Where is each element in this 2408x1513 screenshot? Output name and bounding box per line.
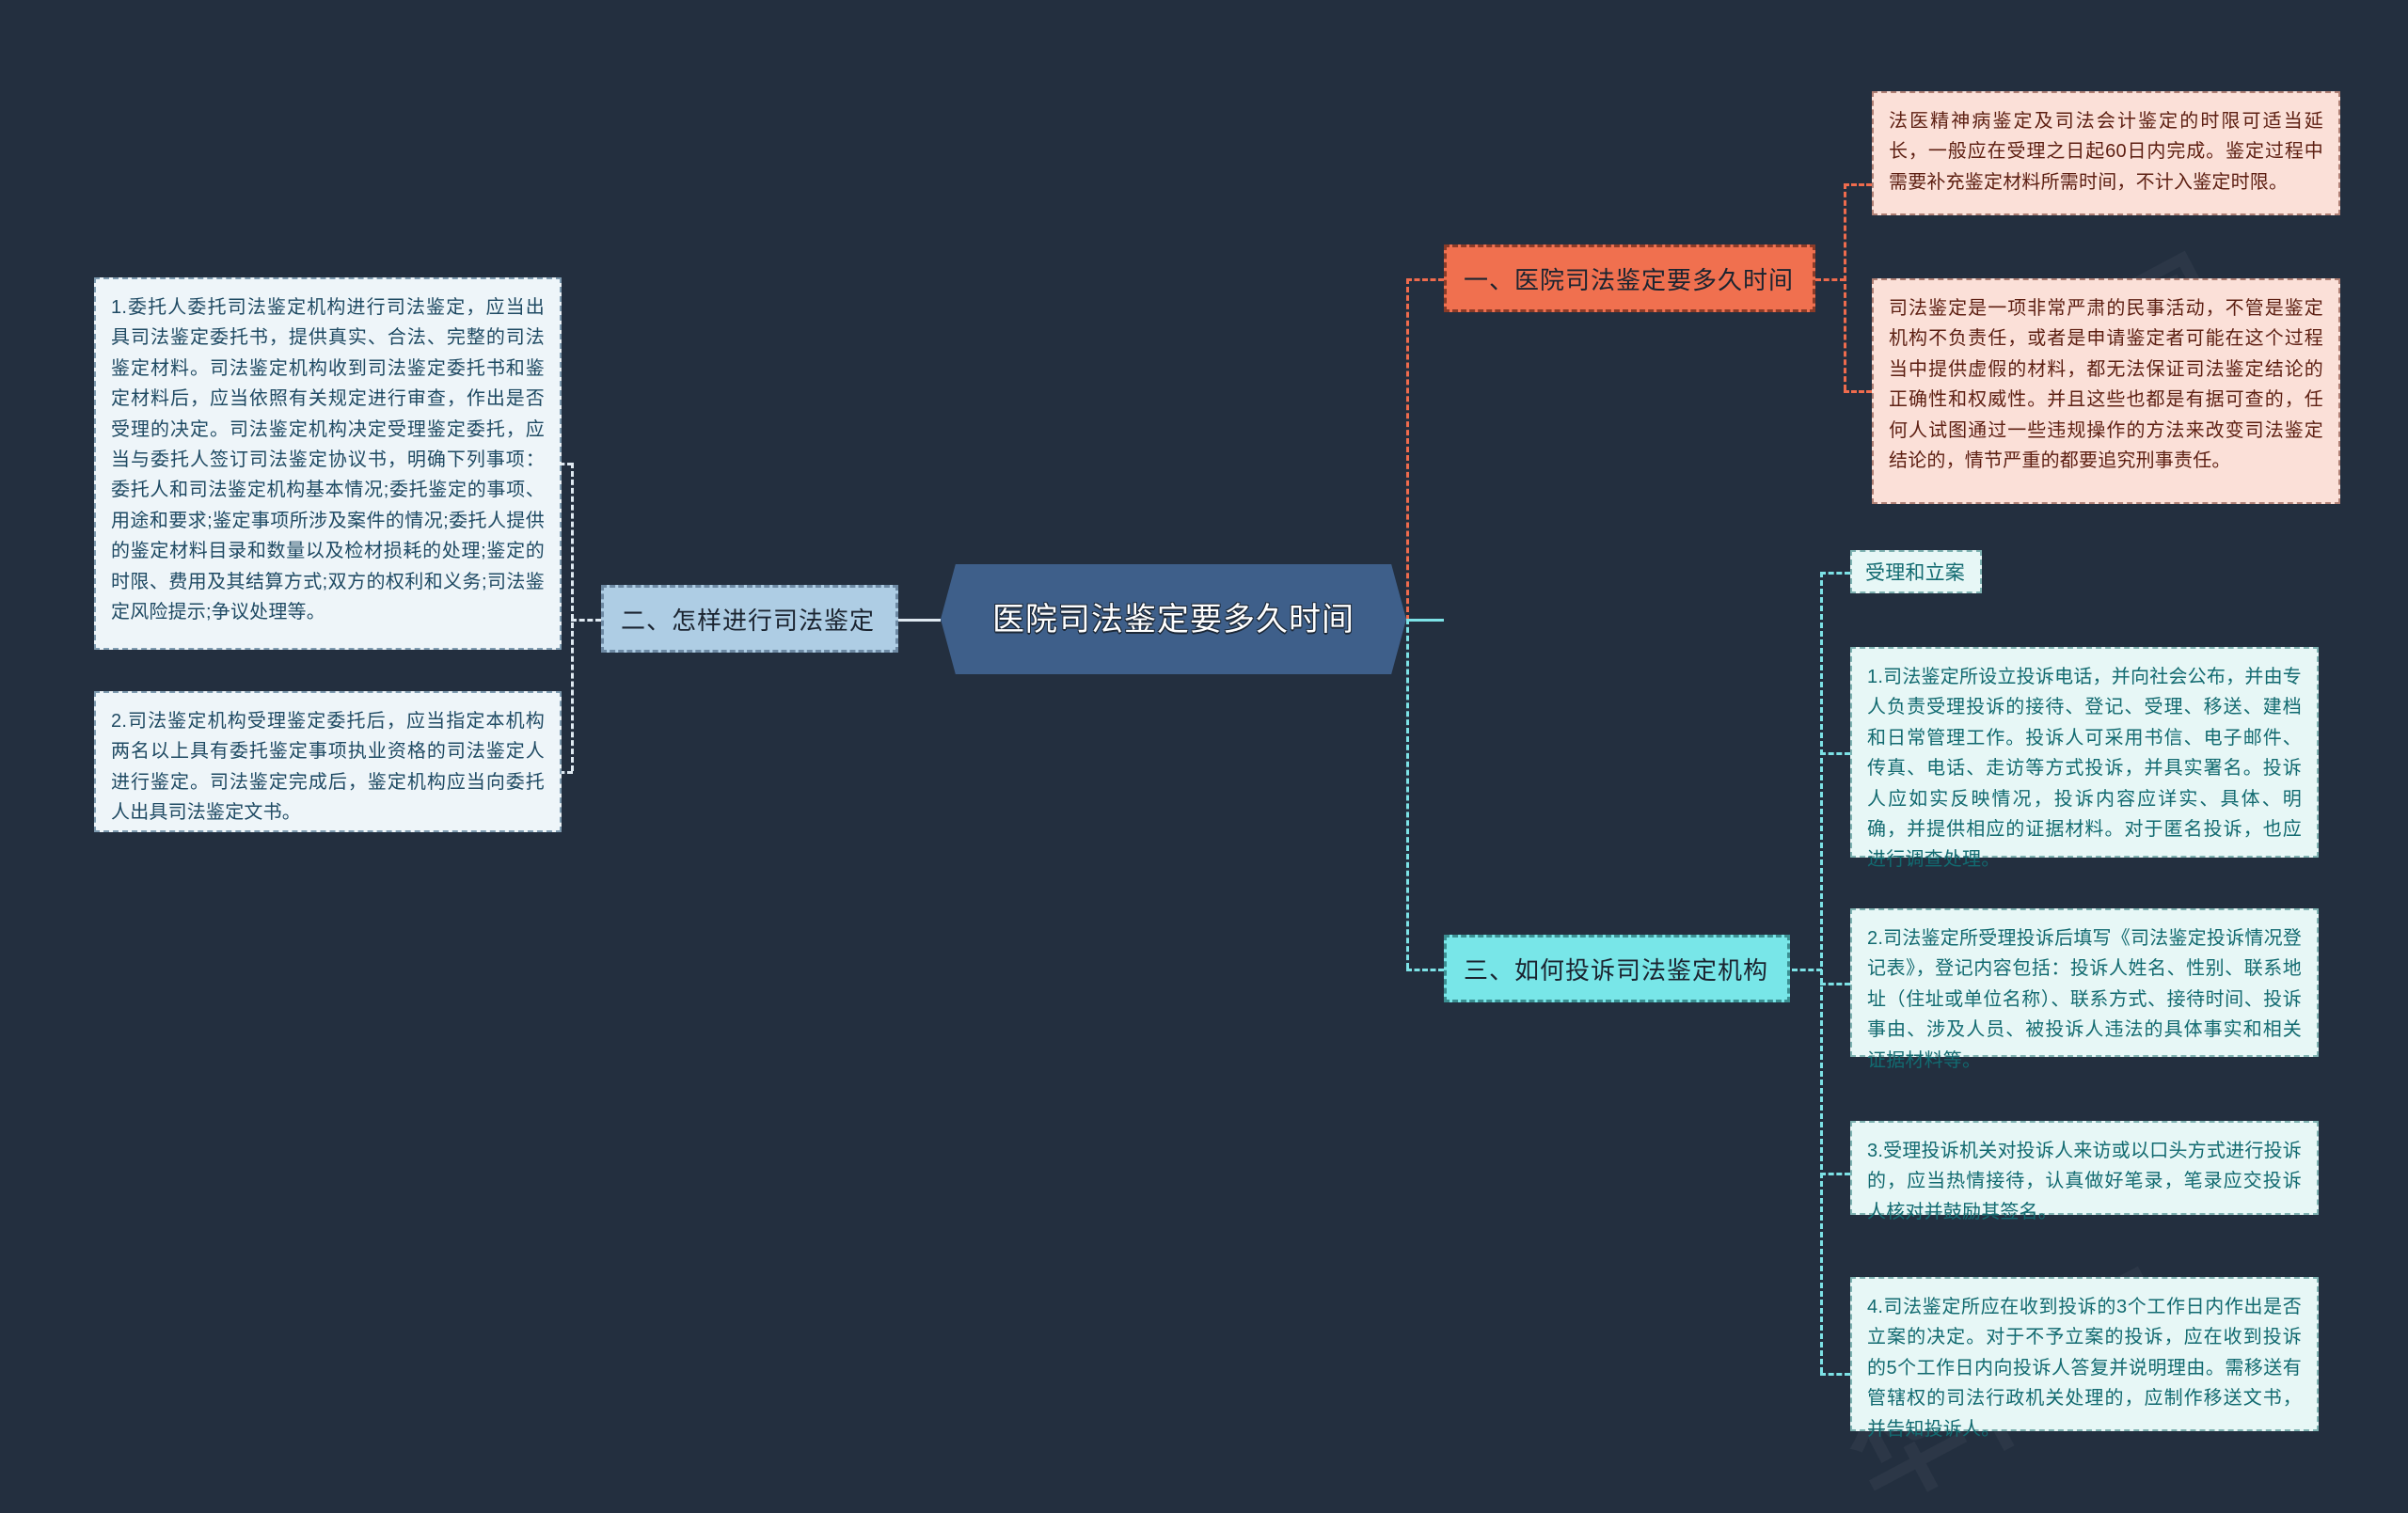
mindmap-canvas: 华律网 华律网 华律网 医院司法鉴定要多久时间 二、怎样进行司法鉴定 1.委托人… xyxy=(0,0,2408,1513)
connector-cyan-topic-stub xyxy=(1792,969,1822,971)
connector-cyan-leaf-0 xyxy=(1820,572,1850,575)
topic-node-how-long[interactable]: 一、医院司法鉴定要多久时间 xyxy=(1444,244,1815,312)
topic-node-how-to-complain[interactable]: 三、如何投诉司法鉴定机构 xyxy=(1444,935,1790,1002)
connector-left-branch-vertical xyxy=(571,463,574,771)
connector-orange-to-topic xyxy=(1406,278,1444,281)
connector-orange-leaf-1 xyxy=(1844,183,1872,186)
leaf-box-left-2: 2.司法鉴定机构受理鉴定委托后，应当指定本机构两名以上具有委托鉴定事项执业资格的… xyxy=(94,691,562,832)
connector-cyan-leaf-4 xyxy=(1820,1373,1850,1376)
connector-center-left xyxy=(898,619,941,622)
central-topic-node[interactable]: 医院司法鉴定要多久时间 xyxy=(941,564,1406,674)
connector-center-right xyxy=(1406,619,1444,622)
connector-orange-leaf-2 xyxy=(1844,390,1872,393)
connector-cyan-leaf-3 xyxy=(1820,1173,1850,1175)
connector-left-topic-stub xyxy=(571,619,601,622)
connector-orange-vertical xyxy=(1406,278,1409,621)
topic-node-how-to-appraise[interactable]: 二、怎样进行司法鉴定 xyxy=(601,585,898,653)
leaf-box-right-bottom-3: 3.受理投诉机关对投诉人来访或以口头方式进行投诉的，应当热情接待，认真做好笔录，… xyxy=(1850,1121,2319,1222)
leaf-box-right-bottom-1: 1.司法鉴定所设立投诉电话，并向社会公布，并由专人负责受理投诉的接待、登记、受理… xyxy=(1850,647,2319,870)
leaf-box-right-top-1: 法医精神病鉴定及司法会计鉴定的时限可适当延长，一般应在受理之日起60日内完成。鉴… xyxy=(1872,91,2340,215)
leaf-box-right-bottom-2: 2.司法鉴定所受理投诉后填写《司法鉴定投诉情况登记表》，登记内容包括：投诉人姓名… xyxy=(1850,908,2319,1071)
leaf-box-right-top-2: 司法鉴定是一项非常严肃的民事活动，不管是鉴定机构不负责任，或者是申请鉴定者可能在… xyxy=(1872,278,2340,504)
connector-cyan-vertical xyxy=(1406,619,1409,969)
connector-cyan-branch-vertical xyxy=(1820,572,1823,1373)
connector-orange-branch-vertical xyxy=(1844,183,1846,390)
leaf-box-right-bottom-4: 4.司法鉴定所应在收到投诉的3个工作日内作出是否立案的决定。对于不予立案的投诉，… xyxy=(1850,1277,2319,1440)
connector-cyan-to-topic xyxy=(1406,969,1444,971)
leaf-box-left-1: 1.委托人委托司法鉴定机构进行司法鉴定，应当出具司法鉴定委托书，提供真实、合法、… xyxy=(94,277,562,650)
connector-orange-topic-stub xyxy=(1815,278,1846,281)
leaf-box-right-bottom-0: 受理和立案 xyxy=(1850,550,1982,593)
connector-cyan-leaf-2 xyxy=(1820,983,1850,985)
connector-cyan-leaf-1 xyxy=(1820,752,1850,755)
